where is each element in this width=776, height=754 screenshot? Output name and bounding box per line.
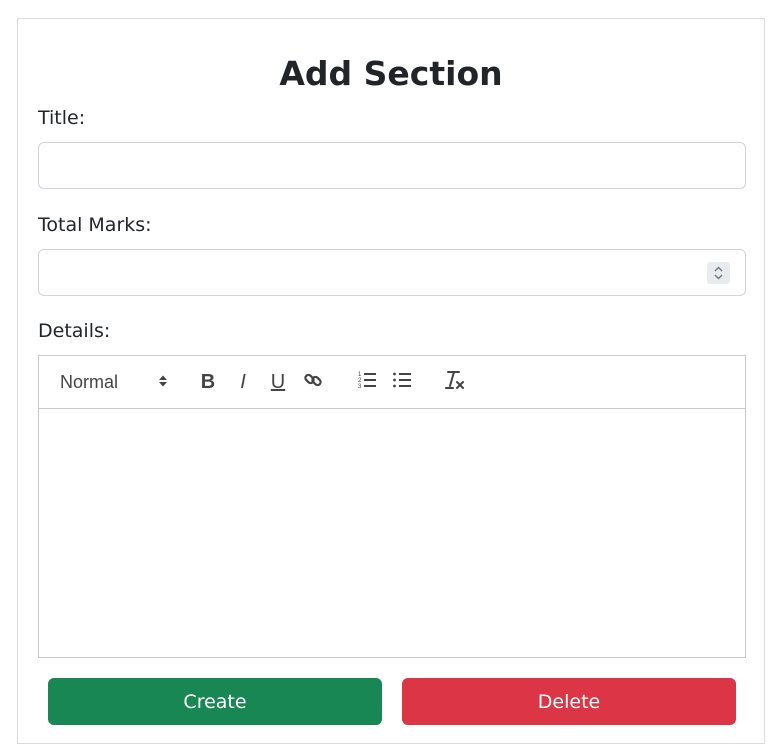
title-label: Title: — [38, 107, 86, 129]
italic-button[interactable]: I — [230, 356, 256, 408]
total-marks-label: Total Marks: — [38, 214, 152, 236]
clear-format-button[interactable] — [441, 356, 469, 408]
heading-select[interactable]: Normal — [60, 356, 168, 408]
italic-icon: I — [240, 370, 246, 393]
bullet-list-button[interactable] — [388, 356, 416, 408]
bullet-list-icon — [392, 371, 412, 393]
editor-toolbar: Normal B I U 1 2 3 — [39, 356, 745, 409]
heading-select-value: Normal — [60, 371, 119, 392]
add-section-card: Add Section Title: Total Marks: Details:… — [17, 18, 765, 744]
create-button[interactable]: Create — [48, 678, 382, 725]
link-button[interactable] — [300, 356, 326, 408]
title-input[interactable] — [38, 142, 746, 189]
ordered-list-button[interactable]: 1 2 3 — [353, 356, 381, 408]
ordered-list-icon: 1 2 3 — [357, 371, 377, 393]
svg-text:3: 3 — [358, 384, 362, 389]
bold-icon: B — [200, 370, 216, 393]
page-title: Add Section — [279, 54, 503, 93]
select-arrows-icon — [158, 372, 168, 393]
total-marks-input[interactable] — [38, 249, 746, 296]
link-icon — [303, 370, 323, 394]
underline-icon: U — [270, 370, 286, 393]
rich-text-editor: Normal B I U 1 2 3 — [38, 355, 746, 658]
clear-format-icon — [444, 370, 466, 394]
details-label: Details: — [38, 320, 111, 342]
bold-button[interactable]: B — [195, 356, 221, 408]
underline-button[interactable]: U — [265, 356, 291, 408]
delete-button[interactable]: Delete — [402, 678, 736, 725]
number-spinner[interactable] — [707, 262, 730, 284]
editor-content[interactable] — [39, 409, 745, 657]
